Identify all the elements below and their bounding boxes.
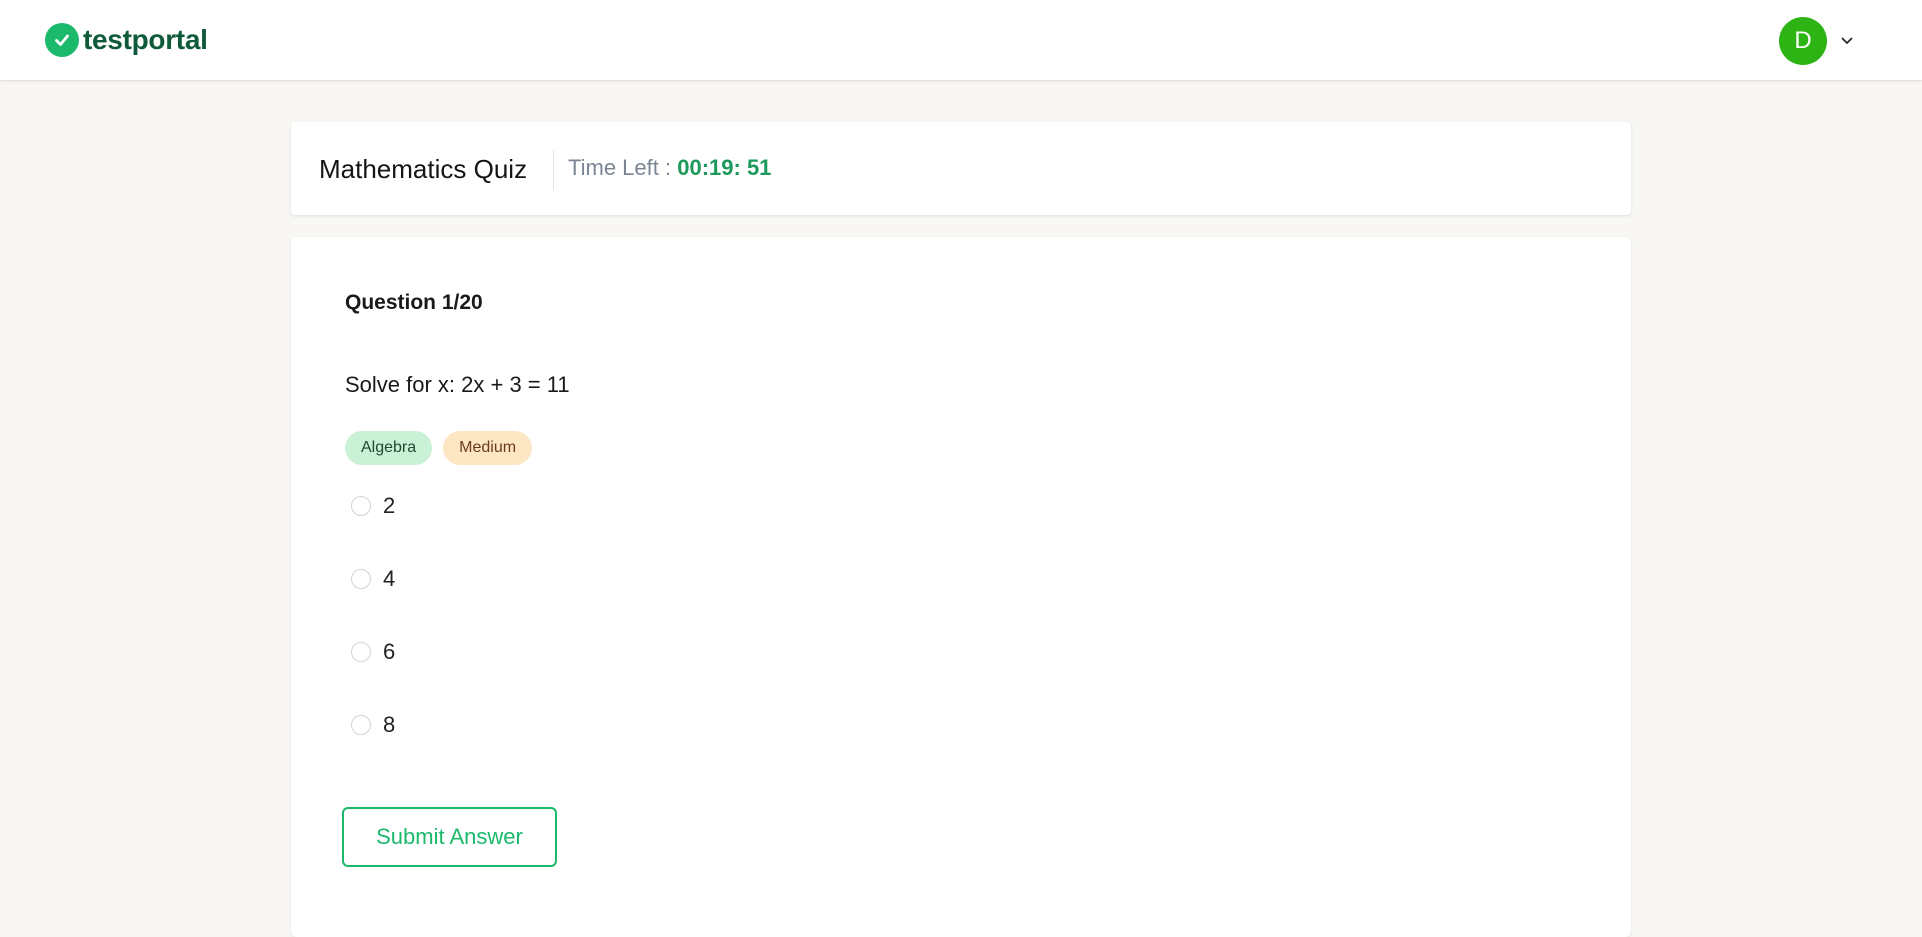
chevron-down-icon[interactable]: [1837, 31, 1857, 51]
time-left-label: Time Left :: [568, 155, 672, 180]
quiz-title: Mathematics Quiz: [319, 154, 528, 184]
answer-option[interactable]: 6: [351, 634, 395, 670]
option-label: 6: [383, 639, 396, 664]
check-circle-icon: [45, 23, 79, 57]
answer-option[interactable]: 2: [351, 488, 395, 524]
time-left-value: 00:19: 51: [677, 155, 772, 180]
question-counter: Question 1/20: [345, 291, 483, 314]
top-navigation-bar: testportal D: [0, 0, 1922, 81]
answer-option[interactable]: 8: [351, 707, 395, 743]
option-label: 8: [383, 712, 396, 737]
answer-options: 2 4 6 8: [351, 488, 395, 780]
quiz-header-card: Mathematics Quiz Time Left : 00:19: 51: [291, 122, 1631, 215]
user-menu[interactable]: D: [1779, 17, 1857, 65]
time-left: Time Left : 00:19: 51: [568, 155, 771, 181]
question-text: Solve for x: 2x + 3 = 11: [345, 372, 570, 397]
radio-button[interactable]: [351, 569, 371, 589]
brand-name: testportal: [83, 24, 208, 55]
difficulty-tag: Medium: [443, 431, 533, 465]
topic-tag: Algebra: [345, 431, 433, 465]
radio-button[interactable]: [351, 496, 371, 516]
radio-button[interactable]: [351, 715, 371, 735]
testportal-logo[interactable]: testportal: [45, 23, 208, 57]
option-label: 2: [383, 493, 396, 518]
option-label: 4: [383, 566, 396, 591]
submit-answer-button[interactable]: Submit Answer: [342, 807, 557, 867]
avatar[interactable]: D: [1779, 17, 1827, 65]
header-divider: [553, 150, 554, 190]
radio-button[interactable]: [351, 642, 371, 662]
question-card: Question 1/20 Solve for x: 2x + 3 = 11 A…: [291, 237, 1631, 937]
question-tags: Algebra Medium: [345, 431, 533, 465]
answer-option[interactable]: 4: [351, 561, 395, 597]
